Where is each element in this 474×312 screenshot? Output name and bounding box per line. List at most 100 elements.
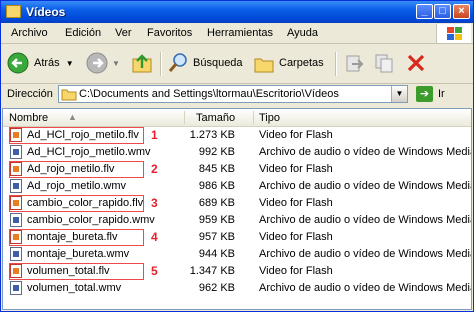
annotation-number: 4 (151, 230, 158, 244)
search-icon (168, 53, 187, 72)
windows-media-file-icon (10, 247, 22, 261)
search-button[interactable]: Búsqueda (167, 52, 243, 74)
file-name: Ad_rojo_metilo.wmv (27, 180, 127, 192)
file-type: Archivo de audio o vídeo de Windows Medi… (259, 146, 472, 158)
go-arrow-icon[interactable]: ➔ (416, 86, 433, 102)
window-title: Vídeos (26, 5, 66, 19)
up-folder-icon (132, 54, 152, 73)
file-size: 959 KB (198, 214, 235, 226)
menu-archivo[interactable]: Archivo (11, 27, 48, 39)
minimize-button[interactable]: _ (416, 4, 433, 19)
file-size: 986 KB (198, 180, 235, 192)
folders-label: Carpetas (279, 57, 324, 69)
folders-button[interactable]: Carpetas (253, 52, 324, 74)
table-row[interactable]: volumen_total.wmv 962 KB Archivo de audio … (3, 280, 472, 297)
windows-media-file-icon (10, 145, 22, 159)
delete-button[interactable] (405, 52, 427, 74)
file-type: Archivo de audio o vídeo de Windows Medi… (259, 248, 472, 260)
menu-favoritos[interactable]: Favoritos (147, 27, 192, 39)
list-header: Nombre ▲ Tamaño Tipo (3, 109, 471, 127)
table-row[interactable]: Ad_HCl_rojo_metilo.wmv 992 KB Archivo de a… (3, 144, 472, 161)
annotation-number: 1 (151, 128, 158, 142)
copy-to-icon (375, 54, 393, 73)
address-dropdown-icon[interactable]: ▼ (391, 86, 407, 102)
up-folder-button[interactable] (131, 52, 153, 74)
back-dropdown-icon[interactable]: ▼ (66, 59, 74, 68)
folder-icon (6, 5, 21, 18)
file-type: Video for Flash (259, 163, 333, 175)
menu-ver[interactable]: Ver (115, 27, 132, 39)
table-row[interactable]: Ad_HCl_rojo_metilo.flv 1 1.273 KB Video for… (3, 127, 471, 144)
file-type: Video for Flash (259, 197, 333, 209)
file-name: Ad_HCl_rojo_metilo.wmv (27, 146, 151, 158)
file-name: volumen_total.wmv (27, 282, 122, 294)
file-type: Archivo de audio o vídeo de Windows Medi… (259, 282, 472, 294)
flash-video-file-icon (10, 128, 22, 142)
file-size: 992 KB (198, 146, 235, 158)
file-name: Ad_rojo_metilo.flv (27, 163, 115, 175)
sort-up-icon: ▲ (68, 112, 77, 122)
windows-media-file-icon (10, 179, 22, 193)
file-name: cambio_color_rapido.flv (27, 197, 144, 209)
close-button[interactable]: × (453, 4, 470, 19)
move-to-button[interactable] (343, 52, 365, 74)
menu-bar: Archivo Edición Ver Favoritos Herramient… (1, 23, 473, 44)
file-size: 1.347 KB (189, 265, 235, 277)
file-name: montaje_bureta.flv (27, 231, 118, 243)
file-name: montaje_bureta.wmv (27, 248, 130, 260)
title-bar[interactable]: Vídeos _ □ × (1, 1, 473, 23)
file-list[interactable]: Nombre ▲ Tamaño Tipo Ad_HCl_rojo_metilo.… (2, 108, 472, 310)
forward-dropdown-icon[interactable]: ▼ (112, 59, 120, 68)
table-row[interactable]: cambio_color_rapido.wmv 959 KB Archivo de … (3, 212, 472, 229)
file-type: Video for Flash (259, 265, 333, 277)
file-name: cambio_color_rapido.wmv (27, 214, 155, 226)
file-type: Archivo de audio o vídeo de Windows Medi… (259, 180, 472, 192)
move-to-icon (346, 55, 364, 72)
table-row[interactable]: Ad_rojo_metilo.flv 2 845 KB Video for Flash (3, 161, 471, 178)
file-size: 845 KB (198, 163, 235, 175)
column-header-type[interactable]: Tipo (259, 112, 280, 124)
column-header-size[interactable]: Tamaño (196, 112, 235, 124)
back-button[interactable]: Atrás ▼ (7, 52, 74, 74)
menu-edicion[interactable]: Edición (65, 27, 101, 39)
flash-video-file-icon (10, 230, 22, 244)
forward-button[interactable]: ▼ (86, 52, 120, 74)
windows-media-file-icon (10, 281, 22, 295)
address-input[interactable]: C:\Documents and Settings\ltormau\Escrit… (58, 85, 408, 103)
table-row[interactable]: volumen_total.flv 5 1.347 KB Video for Flas… (3, 263, 471, 280)
file-size: 944 KB (198, 248, 235, 260)
file-size: 689 KB (198, 197, 235, 209)
table-row[interactable]: montaje_bureta.wmv 944 KB Archivo de audio… (3, 246, 472, 263)
flash-video-file-icon (10, 196, 22, 210)
explorer-window: Vídeos _ □ × Archivo Edición Ver Favorit… (0, 0, 474, 312)
toolbar: Atrás ▼ ▼ Búsqueda Carpetas (1, 44, 473, 84)
file-type: Archivo de audio o vídeo de Windows Medi… (259, 214, 472, 226)
address-bar: Dirección C:\Documents and Settings\ltor… (1, 84, 473, 105)
file-size: 1.273 KB (189, 129, 235, 141)
table-row[interactable]: montaje_bureta.flv 4 957 KB Video for Flash (3, 229, 471, 246)
file-name: Ad_HCl_rojo_metilo.flv (27, 129, 139, 141)
go-button[interactable]: Ir (438, 88, 445, 100)
file-size: 957 KB (198, 231, 235, 243)
file-name: volumen_total.flv (27, 265, 110, 277)
file-type: Video for Flash (259, 129, 333, 141)
maximize-button[interactable]: □ (434, 4, 451, 19)
table-row[interactable]: Ad_rojo_metilo.wmv 986 KB Archivo de audio… (3, 178, 472, 195)
folder-icon (61, 89, 77, 101)
flash-video-file-icon (10, 162, 22, 176)
file-type: Video for Flash (259, 231, 333, 243)
address-value: C:\Documents and Settings\ltormau\Escrit… (79, 88, 339, 100)
delete-icon (407, 54, 425, 72)
file-size: 962 KB (198, 282, 235, 294)
table-row[interactable]: cambio_color_rapido.flv 3 689 KB Video for … (3, 195, 471, 212)
back-label: Atrás (34, 57, 60, 69)
menu-ayuda[interactable]: Ayuda (287, 27, 318, 39)
search-label: Búsqueda (193, 57, 243, 69)
menu-herramientas[interactable]: Herramientas (207, 27, 273, 39)
address-label: Dirección (7, 88, 53, 100)
annotation-number: 3 (151, 196, 158, 210)
annotation-number: 2 (151, 162, 158, 176)
back-arrow-icon (7, 52, 29, 74)
copy-to-button[interactable] (373, 52, 395, 74)
column-header-name[interactable]: Nombre (9, 112, 48, 124)
